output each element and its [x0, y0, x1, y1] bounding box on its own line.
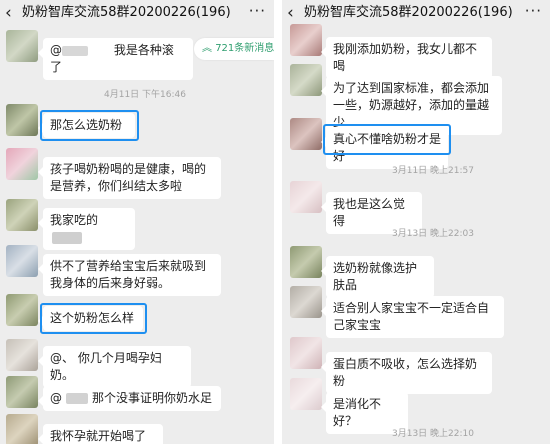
new-messages-badge[interactable]: ︽ 721条新消息	[194, 38, 274, 60]
highlight-box	[40, 303, 147, 334]
avatar[interactable]	[6, 245, 38, 277]
message-bubble: 我刚添加奶粉，我女儿都不喝	[321, 37, 492, 79]
avatar[interactable]	[290, 181, 322, 213]
timestamp: 3月13日 晚上22:03	[392, 229, 474, 239]
avatar[interactable]	[290, 337, 322, 369]
avatar[interactable]	[6, 414, 38, 444]
chat-header: ‹ 奶粉智库交流58群20200226(196) ···	[0, 0, 274, 28]
message-text: 我也是这么觉得	[333, 197, 406, 228]
avatar[interactable]	[290, 246, 322, 278]
message-bubble: 供不了营养给宝宝后来就吸到我身体的后来身好弱。	[38, 254, 221, 296]
message-bubble: 我怀孕就开始喝了	[38, 424, 163, 444]
message-text: 我是各种滚	[113, 43, 174, 57]
message-text: 供不了营养给宝宝后来就吸到我身体的后来身好弱。	[50, 259, 207, 290]
avatar[interactable]	[6, 199, 38, 231]
avatar[interactable]	[6, 376, 38, 408]
timestamp: 4月11日 下午16:46	[104, 90, 186, 100]
avatar[interactable]	[290, 378, 322, 410]
avatar[interactable]	[6, 104, 38, 136]
message-text-continued: 了	[50, 60, 63, 74]
message-bubble: @ 我是各种滚 了	[38, 38, 193, 80]
message-text: 蛋白质不吸收，怎么选择奶粉	[333, 357, 478, 388]
new-messages-label: 721条新消息	[215, 43, 274, 54]
more-options-icon[interactable]: ···	[525, 3, 542, 19]
chat-title: 奶粉智库交流58群20200226(196)	[304, 5, 513, 20]
message-text: @、 你几个月喝孕妇奶。	[50, 351, 162, 382]
highlight-box	[40, 110, 139, 141]
avatar[interactable]	[290, 286, 322, 318]
message-text: 是消化不好？	[333, 397, 382, 428]
message-text: 孩子喝奶粉喝的是健康，喝的是营养，你们纠结太多啦	[50, 162, 207, 193]
redacted-mark	[62, 45, 88, 56]
message-text: 选奶粉就像选护肤品	[333, 261, 418, 292]
message-bubble: 孩子喝奶粉喝的是健康，喝的是营养，你们纠结太多啦	[38, 157, 221, 199]
chat-panel-left: ‹ 奶粉智库交流58群20200226(196) ··· ︽ 721条新消息 @…	[0, 0, 274, 444]
timestamp: 3月11日 晚上21:57	[392, 166, 474, 176]
highlight-box	[323, 124, 451, 155]
avatar[interactable]	[290, 118, 322, 150]
avatar[interactable]	[290, 24, 322, 56]
message-text: 适合别人家宝宝不一定适合自己家宝宝	[333, 301, 490, 332]
avatar[interactable]	[6, 30, 38, 62]
chat-title: 奶粉智库交流58群20200226(196)	[22, 5, 231, 20]
message-bubble: 选奶粉就像选护肤品	[321, 256, 434, 298]
avatar[interactable]	[6, 294, 38, 326]
chat-header: ‹ 奶粉智库交流58群20200226(196) ···	[282, 0, 550, 28]
avatar[interactable]	[290, 64, 322, 96]
back-icon[interactable]: ‹	[287, 3, 294, 23]
avatar[interactable]	[6, 148, 38, 180]
chat-panel-right: ‹ 奶粉智库交流58群20200226(196) ··· 我刚添加奶粉，我女儿都…	[282, 0, 550, 444]
message-bubble: 蛋白质不吸收，怎么选择奶粉	[321, 352, 492, 394]
double-chevron-up-icon: ︽	[202, 43, 212, 54]
back-icon[interactable]: ‹	[5, 3, 12, 23]
redacted-mark	[52, 231, 82, 244]
message-text: 我刚添加奶粉，我女儿都不喝	[333, 42, 478, 73]
more-options-icon[interactable]: ···	[249, 3, 266, 19]
mention-text: @	[50, 391, 62, 405]
message-bubble: 适合别人家宝宝不一定适合自己家宝宝	[321, 296, 504, 338]
redacted-mark	[66, 393, 88, 404]
message-bubble: @、 你几个月喝孕妇奶。	[38, 346, 191, 388]
timestamp: 3月13日 晚上22:10	[392, 429, 474, 439]
mention-text: @	[50, 43, 62, 57]
message-bubble: 我家吃的	[38, 208, 135, 250]
message-text: 那个没事证明你奶水足	[92, 391, 213, 405]
message-text: 我家吃的	[50, 213, 99, 227]
panel-divider	[274, 0, 282, 444]
message-text: 我怀孕就开始喝了	[50, 429, 147, 443]
avatar[interactable]	[6, 339, 38, 371]
message-bubble: @ 那个没事证明你奶水足	[38, 386, 221, 411]
message-text: 为了达到国家标准，都会添加一些，奶源越好，添加的量越少	[333, 81, 490, 129]
